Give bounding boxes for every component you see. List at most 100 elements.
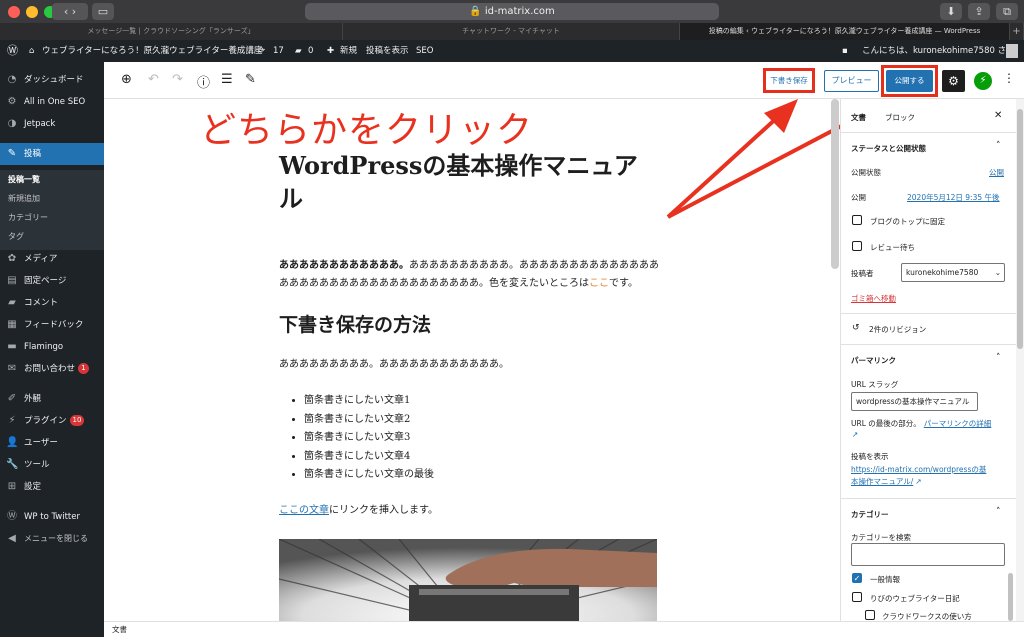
inline-link[interactable]: ここの文章 bbox=[279, 505, 329, 516]
chevron-up-icon[interactable]: ˄ bbox=[996, 353, 1001, 363]
avatar[interactable] bbox=[1006, 44, 1018, 58]
category-search-input[interactable] bbox=[851, 543, 1005, 566]
minimize-window-icon[interactable] bbox=[26, 6, 38, 18]
sidebar-item-comments[interactable]: ▰ コメント bbox=[0, 292, 104, 314]
sidebar-item-media[interactable]: ✿ メディア bbox=[0, 248, 104, 270]
user-greeting[interactable]: こんにちは、kuronekohime7580 さん bbox=[862, 40, 1015, 62]
publish-button[interactable]: 公開する bbox=[886, 70, 933, 92]
sidebar-item-feedback[interactable]: ▦ フィードバック bbox=[0, 314, 104, 336]
seo-menu-link[interactable]: SEO bbox=[416, 40, 433, 62]
author-select[interactable]: kuronekohime7580 ⌄ bbox=[901, 263, 1005, 282]
tab-document[interactable]: 文書 bbox=[851, 112, 866, 123]
sidebar-item-collapse[interactable]: ◀ メニューを閉じる bbox=[0, 528, 104, 550]
sidebar-item-dashboard[interactable]: ◔ ダッシュボード bbox=[0, 69, 104, 91]
sidebar-item-jetpack[interactable]: ◑ Jetpack bbox=[0, 113, 104, 135]
sidebar-item-tools[interactable]: 🔧 ツール bbox=[0, 454, 104, 476]
close-window-icon[interactable] bbox=[8, 6, 20, 18]
category-section-title[interactable]: カテゴリー bbox=[851, 509, 889, 520]
updates-count[interactable]: 17 bbox=[273, 40, 284, 62]
visibility-value[interactable]: 公開 bbox=[989, 167, 1004, 178]
block-breadcrumb[interactable]: 文書 bbox=[104, 621, 1024, 637]
paragraph-block[interactable]: あああああああああ。ああああああああああああ。 bbox=[279, 356, 659, 374]
sidebar-item-contact[interactable]: ✉ お問い合わせ 1 bbox=[0, 358, 104, 380]
new-tab-icon[interactable]: + bbox=[1010, 23, 1024, 40]
post-title[interactable]: WordPressの基本操作マニュアル bbox=[279, 149, 654, 215]
download-icon[interactable]: ⬇ bbox=[940, 3, 962, 20]
permalink-more-link[interactable]: パーマリンクの詳細 bbox=[924, 419, 992, 428]
save-draft-button[interactable]: 下書き保存 bbox=[763, 68, 815, 93]
seo-icon: ⚙ bbox=[7, 96, 17, 107]
list-view-icon[interactable]: ☰ bbox=[221, 72, 233, 87]
sidebar-item-pages[interactable]: ▤ 固定ページ bbox=[0, 270, 104, 292]
sidebar-item-settings[interactable]: ⊞ 設定 bbox=[0, 476, 104, 498]
browser-tab-active[interactable]: 投稿の編集 ‹ ウェブライターになろう！原久瀧ウェブライター養成講座 — Wor… bbox=[680, 23, 1010, 40]
settings-scrollbar[interactable] bbox=[1016, 99, 1024, 621]
list-block[interactable]: 箇条書きにしたい文章1 箇条書きにしたい文章2 箇条書きにしたい文章3 箇条書き… bbox=[304, 392, 434, 485]
new-plus-icon[interactable]: ✚ bbox=[327, 40, 334, 62]
external-link-icon[interactable]: ↗ bbox=[852, 430, 858, 439]
edit-tool-icon[interactable]: ✎ bbox=[245, 72, 256, 87]
revisions-link[interactable]: 2件のリビジョン bbox=[869, 324, 926, 335]
sidebar-item-flamingo[interactable]: ▬ Flamingo bbox=[0, 336, 104, 358]
updates-icon[interactable]: ⟳ bbox=[258, 40, 265, 62]
share-icon[interactable]: ⇪ bbox=[968, 3, 990, 20]
tabs-overview-icon[interactable]: ⧉ bbox=[996, 3, 1018, 20]
image-block[interactable] bbox=[279, 539, 657, 621]
heading-block[interactable]: 下書き保存の方法 bbox=[279, 310, 431, 337]
url-slug-input[interactable]: wordpressの基本操作マニュアル bbox=[851, 392, 978, 411]
info-icon[interactable]: ⓘ bbox=[197, 72, 210, 91]
pending-checkbox[interactable] bbox=[852, 241, 862, 251]
view-post-url[interactable]: https://id-matrix.com/wordpressの基 bbox=[851, 464, 986, 475]
more-options-icon[interactable]: ⋮ bbox=[1003, 71, 1015, 85]
browser-tab[interactable]: チャットワーク - マイチャット bbox=[343, 23, 680, 40]
paragraph-block[interactable]: ああああああああああああ。ああああああああああ。ああああああああああああああああ… bbox=[279, 257, 659, 293]
chevron-up-icon[interactable]: ˄ bbox=[996, 141, 1001, 151]
submenu-add-new[interactable]: 新規追加 bbox=[8, 193, 40, 204]
chat-icon[interactable]: ▪ bbox=[842, 40, 848, 62]
visibility-label: 公開状態 bbox=[851, 168, 881, 177]
undo-icon[interactable]: ↶ bbox=[148, 72, 159, 87]
status-section-title[interactable]: ステータスと公開状態 bbox=[851, 143, 926, 154]
redo-icon[interactable]: ↷ bbox=[172, 72, 183, 87]
site-name-link[interactable]: ウェブライターになろう！原久瀧ウェブライター養成講座 bbox=[42, 40, 262, 62]
category-list-scrollbar[interactable] bbox=[1008, 573, 1013, 621]
wordpress-logo-icon[interactable]: Ⓦ bbox=[7, 40, 18, 62]
sidebar-item-appearance[interactable]: ✐ 外観 bbox=[0, 388, 104, 410]
close-icon[interactable]: ✕ bbox=[994, 110, 1002, 121]
home-icon[interactable]: ⌂ bbox=[29, 40, 34, 62]
permalink-section-title[interactable]: パーマリンク bbox=[851, 355, 896, 366]
trash-link[interactable]: ゴミ箱へ移動 bbox=[851, 293, 896, 304]
sticky-checkbox[interactable] bbox=[852, 215, 862, 225]
sidebar-item-seo[interactable]: ⚙ All in One SEO bbox=[0, 91, 104, 113]
back-forward-buttons[interactable]: ‹ › bbox=[52, 3, 88, 20]
sidebar-item-plugins[interactable]: ⚡ プラグイン 10 bbox=[0, 410, 104, 432]
chevron-up-icon[interactable]: ˄ bbox=[996, 507, 1001, 517]
paragraph-block[interactable]: ここの文章にリンクを挿入します。 bbox=[279, 502, 659, 520]
category-checkbox[interactable] bbox=[865, 610, 875, 620]
sidebar-item-users[interactable]: 👤 ユーザー bbox=[0, 432, 104, 454]
tab-block[interactable]: ブロック bbox=[885, 112, 915, 123]
sidebar-toggle-icon[interactable]: ▭ bbox=[92, 3, 114, 20]
new-content-link[interactable]: 新規 bbox=[340, 40, 357, 62]
comments-icon[interactable]: ▰ bbox=[295, 40, 302, 62]
publish-date[interactable]: 2020年5月12日 9:35 午後 bbox=[907, 192, 1000, 203]
browser-tab[interactable]: メッセージ一覧 | クラウドソーシング「ランサーズ」 bbox=[0, 23, 343, 40]
settings-gear-icon[interactable]: ⚙ bbox=[942, 70, 965, 92]
submenu-all-posts[interactable]: 投稿一覧 bbox=[8, 174, 40, 185]
comments-count[interactable]: 0 bbox=[308, 40, 313, 62]
submenu-tags[interactable]: タグ bbox=[8, 231, 24, 242]
category-checkbox[interactable] bbox=[852, 592, 862, 602]
add-block-icon[interactable]: ⊕ bbox=[121, 72, 132, 87]
view-post-link[interactable]: 投稿を表示 bbox=[366, 40, 409, 62]
sidebar-item-wp-to-twitter[interactable]: Ⓦ WP to Twitter bbox=[0, 506, 104, 528]
flamingo-icon: ▬ bbox=[7, 341, 17, 352]
view-post-url-line2[interactable]: 本操作マニュアル/↗ bbox=[851, 476, 922, 487]
preview-button[interactable]: プレビュー bbox=[824, 70, 879, 92]
category-checkbox-checked[interactable]: ✓ bbox=[852, 573, 862, 583]
address-bar[interactable]: 🔒 id-matrix.com bbox=[305, 3, 719, 20]
pin-icon: ✎ bbox=[7, 148, 17, 159]
content-scrollbar[interactable] bbox=[831, 99, 839, 269]
sidebar-item-posts[interactable]: ✎ 投稿 bbox=[0, 143, 104, 165]
submenu-categories[interactable]: カテゴリー bbox=[8, 212, 48, 223]
jetpack-bolt-icon[interactable]: ⚡ bbox=[974, 72, 992, 90]
